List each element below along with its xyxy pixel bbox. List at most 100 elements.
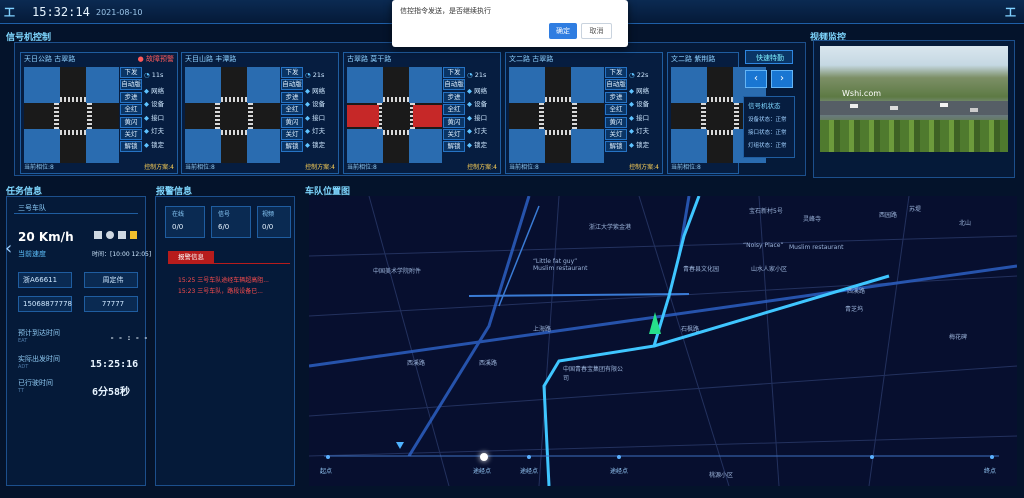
control-button[interactable]: 关灯 (281, 128, 303, 140)
control-button[interactable]: 全红 (120, 104, 142, 116)
road-vertical (60, 67, 86, 163)
control-button[interactable]: 黄闪 (443, 116, 465, 128)
control-button[interactable]: 步进 (443, 91, 465, 103)
control-button[interactable]: 下发 (443, 67, 465, 78)
control-button[interactable]: 全红 (281, 104, 303, 116)
control-button[interactable]: 自动版 (443, 79, 465, 91)
control-button[interactable]: 下发 (605, 67, 627, 78)
status-list: ◔ 21s ◆ 网络 ◆ 设备 ◆ 接口 ◆ 灯夫 ◆ 锁定 (305, 71, 331, 152)
control-button[interactable]: 黄闪 (120, 116, 142, 128)
status-label: 接口 (474, 113, 488, 122)
control-button[interactable]: 关灯 (120, 128, 142, 140)
crosswalk (707, 130, 733, 135)
dialog-ok-button[interactable]: 确定 (549, 23, 577, 39)
timer: ◔ 22s (629, 71, 655, 85)
control-button[interactable]: 自动版 (281, 79, 303, 91)
timeline-dot[interactable] (870, 455, 874, 459)
phone-field: 15068877778 (18, 296, 72, 312)
status-item: ◆ 灯夫 (144, 125, 170, 139)
next-page-icon[interactable]: › (771, 70, 793, 88)
road-vertical (545, 67, 571, 163)
timeline-dot-current[interactable] (480, 453, 488, 461)
map-label: 西溪路 (479, 360, 498, 367)
status-icon: ◆ (305, 140, 310, 149)
video-feed[interactable]: Wshi.com (820, 46, 1008, 152)
status-item: ◆ 网络 (629, 85, 655, 99)
control-button[interactable]: 自动版 (120, 79, 142, 91)
quick-ops-button[interactable]: 快速特勤 (745, 50, 793, 64)
status-icon: ◆ (144, 127, 149, 135)
control-button[interactable]: 解锁 (120, 141, 142, 153)
status-label: 网络 (474, 86, 488, 95)
control-button[interactable]: 关灯 (443, 128, 465, 140)
control-button[interactable]: 黄闪 (281, 116, 303, 128)
status-icon: ◆ (144, 140, 149, 149)
timeline-dot[interactable] (990, 455, 994, 459)
map-label: 青春县文化园 (683, 266, 720, 273)
check-icon[interactable] (118, 231, 126, 239)
control-button[interactable]: 下发 (281, 67, 303, 78)
map-label: “Noisy Place” (743, 242, 784, 249)
speed-label: 当前速度 (18, 250, 46, 258)
intersection-diagram (509, 67, 604, 163)
alarm-item[interactable]: 15:25 三号车队途经车辆超高阻... (178, 275, 269, 284)
block-sw (24, 129, 60, 163)
alarm-tab[interactable]: 报警信息 (168, 251, 214, 263)
control-button[interactable]: 自动版 (605, 79, 627, 91)
eta-sub: EAT (18, 338, 28, 344)
prev-page-icon[interactable]: ‹ (745, 70, 767, 88)
control-button[interactable]: 黄闪 (605, 116, 627, 128)
fleet-map[interactable]: 中国美术学院附件 “Little fat guy” Muslim restaur… (309, 196, 1017, 486)
status-icon: ◆ (144, 86, 149, 95)
intersection-diagram (24, 67, 119, 163)
control-button[interactable]: 解锁 (443, 141, 465, 153)
time-window: 时间：[10:00 12:05] (92, 251, 152, 258)
intersection-card[interactable]: 古翠路 莫干路 下发 自动版 步进 全红 黄闪 关灯 解锁 ◔ 21s ◆ 网络 ◆ 设备 ◆ 接口 ◆… (343, 52, 501, 174)
alarm-panel (155, 196, 295, 486)
status-icon: ◆ (467, 100, 472, 108)
control-button[interactable]: 全红 (443, 104, 465, 116)
status-label: 设备 (636, 100, 650, 108)
dialog-cancel-button[interactable]: 取消 (581, 23, 612, 39)
intersection-card[interactable]: 文二路 紫荆路 当前相位:8 (667, 52, 766, 174)
prev-car-icon[interactable]: ‹ (5, 238, 12, 259)
status-label: 锁定 (474, 140, 488, 149)
status-item: ◆ 网络 (305, 85, 331, 99)
status-icon: ◆ (467, 113, 472, 122)
control-button[interactable]: 步进 (120, 91, 142, 103)
block-ne (409, 67, 442, 103)
control-button[interactable]: 关灯 (605, 128, 627, 140)
current-phase: 当前相位:8 (24, 164, 54, 171)
timeline-start: 起点 (320, 468, 333, 475)
status-list: ◔ 22s ◆ 网络 ◆ 设备 ◆ 接口 ◆ 灯夫 ◆ 锁定 (629, 71, 655, 152)
timeline-dot[interactable] (326, 455, 330, 459)
status-label: 接口 (151, 113, 165, 122)
crosswalk (248, 103, 253, 129)
control-button[interactable]: 解锁 (605, 141, 627, 153)
play-icon[interactable] (94, 231, 102, 239)
intersection-card[interactable]: 天日公路 古翠路 ● 故障预警 下发 自动版 步进 全红 黄闪 关灯 解锁 ◔ 11s ◆ 网络 ◆ … (20, 52, 178, 174)
map-label: 石枫路 (681, 326, 700, 333)
control-button[interactable]: 步进 (281, 91, 303, 103)
crosswalk (221, 97, 247, 102)
clock-time: 15:32:14 (32, 5, 90, 19)
map-label: 桃源小区 (709, 472, 734, 479)
alarm-item[interactable]: 15:23 三号车队，路段设备已... (178, 286, 263, 295)
block-sw (347, 129, 383, 163)
video-stat-label: 视频 (262, 211, 275, 218)
alarm-tab-label: 报警信息 (178, 253, 204, 261)
intersection-card[interactable]: 文二路 古翠路 下发 自动版 步进 全红 黄闪 关灯 解锁 ◔ 22s ◆ 网络 ◆ 设备 ◆ 接口 ◆… (505, 52, 663, 174)
intersection-card[interactable]: 天目山路 丰潭路 下发 自动版 步进 全红 黄闪 关灯 解锁 ◔ 21s ◆ 网络 ◆ 设备 ◆ 接口… (181, 52, 339, 174)
status-item: ◆ 设备 (467, 98, 493, 112)
timeline-dot[interactable] (617, 455, 621, 459)
control-button[interactable]: 解锁 (281, 141, 303, 153)
timeline-dot[interactable] (527, 455, 531, 459)
car-tab[interactable]: 三号车队 (14, 202, 138, 214)
record-icon[interactable] (106, 231, 114, 239)
alarm-tab-divider (168, 263, 290, 264)
status-icon: ◆ (467, 127, 472, 135)
control-button[interactable]: 下发 (120, 67, 142, 78)
control-button[interactable]: 全红 (605, 104, 627, 116)
crosswalk (60, 97, 86, 102)
control-button[interactable]: 步进 (605, 91, 627, 103)
